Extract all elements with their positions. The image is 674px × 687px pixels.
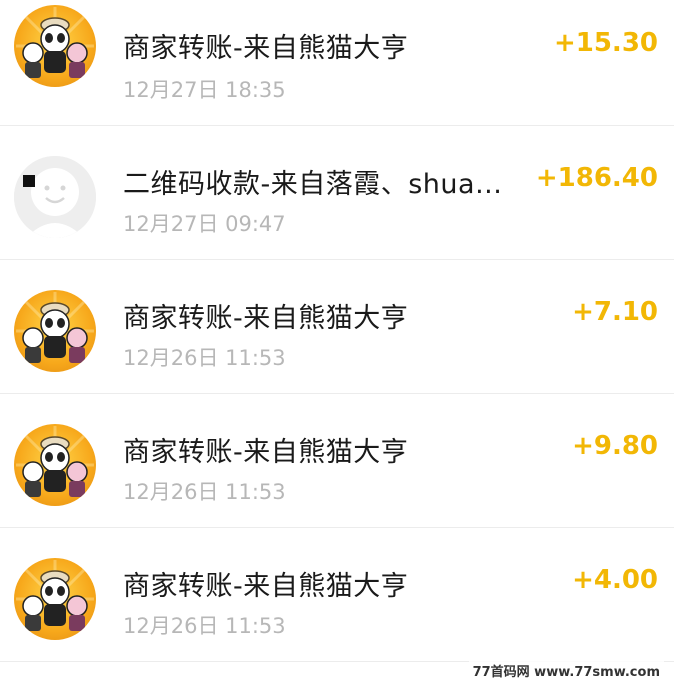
transaction-title: 二维码收款-来自落霞、shua... [123, 169, 503, 200]
transaction-title: 商家转账-来自熊猫大亨 [123, 571, 409, 602]
transaction-row[interactable]: 商家转账-来自熊猫大亨 12月26日 11:53 +7.10 [0, 260, 674, 394]
transaction-amount: +7.10 [572, 297, 658, 327]
transaction-amount: +9.80 [572, 431, 658, 461]
transaction-title: 商家转账-来自熊猫大亨 [123, 437, 409, 468]
panda-avatar-icon [14, 290, 96, 372]
transaction-title: 商家转账-来自熊猫大亨 [123, 33, 409, 64]
transaction-amount: +4.00 [572, 565, 658, 595]
transaction-title: 商家转账-来自熊猫大亨 [123, 303, 409, 334]
transaction-time: 12月26日 11:53 [123, 480, 286, 504]
site-watermark: 77首码网 www.77smw.com [468, 660, 664, 681]
panda-avatar-icon [14, 424, 96, 506]
transaction-time: 12月26日 11:53 [123, 614, 286, 638]
transaction-row[interactable]: 商家转账-来自熊猫大亨 12月26日 11:53 +4.00 [0, 528, 674, 662]
transaction-list: 商家转账-来自熊猫大亨 12月27日 18:35 +15.30 二维码收款-来自… [0, 0, 674, 662]
transaction-time: 12月27日 09:47 [123, 212, 286, 236]
status-dot-icon [23, 175, 35, 187]
panda-avatar-icon [14, 558, 96, 640]
transaction-time: 12月27日 18:35 [123, 78, 286, 102]
default-user-avatar-icon [14, 156, 96, 238]
transaction-time: 12月26日 11:53 [123, 346, 286, 370]
transaction-amount: +186.40 [535, 163, 658, 193]
panda-avatar-icon [14, 5, 96, 87]
transaction-row[interactable]: 二维码收款-来自落霞、shua... 12月27日 09:47 +186.40 [0, 126, 674, 260]
transaction-row[interactable]: 商家转账-来自熊猫大亨 12月26日 11:53 +9.80 [0, 394, 674, 528]
transaction-row[interactable]: 商家转账-来自熊猫大亨 12月27日 18:35 +15.30 [0, 0, 674, 126]
transaction-amount: +15.30 [553, 28, 658, 58]
